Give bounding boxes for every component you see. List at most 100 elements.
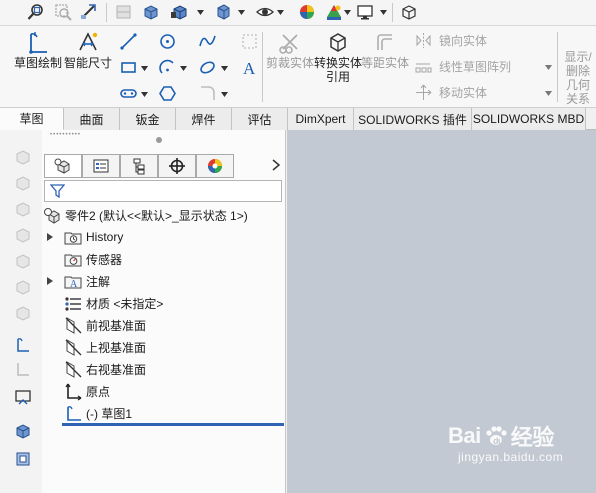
tree-item-front-plane[interactable]: 前视基准面: [45, 314, 289, 336]
fillet-feature-icon[interactable]: [12, 302, 34, 324]
tree-filter-input[interactable]: [44, 180, 282, 202]
zoom-area-icon[interactable]: [52, 1, 74, 23]
tree-item-history[interactable]: History: [45, 226, 289, 248]
display-delete-relations-button[interactable]: 显示/删除几何关系: [560, 30, 596, 106]
tab-weldments[interactable]: 焊件: [176, 108, 232, 130]
mirror-icon: [413, 31, 433, 49]
svg-text:A: A: [70, 279, 78, 290]
convert-entities-icon: [330, 33, 346, 52]
smart-dimension-button[interactable]: 智能尺寸: [62, 30, 114, 70]
rectangle-icon[interactable]: [117, 56, 139, 78]
trim-entities-button[interactable]: 剪裁实体: [266, 30, 314, 70]
eye-icon[interactable]: [254, 1, 276, 23]
revolved-boss-icon[interactable]: [12, 172, 34, 194]
line-icon[interactable]: [117, 30, 139, 52]
lofted-boss-icon[interactable]: [12, 224, 34, 246]
chevron-down-icon[interactable]: [344, 8, 351, 16]
chevron-down-icon[interactable]: [545, 63, 552, 71]
tree-item-sensors[interactable]: 传感器: [45, 248, 289, 270]
tab-dimxpert-manager[interactable]: [158, 154, 196, 178]
normal-to-icon[interactable]: [12, 448, 34, 470]
previous-view-icon[interactable]: [77, 1, 99, 23]
chevron-down-icon[interactable]: [380, 8, 387, 16]
chevron-down-icon[interactable]: [221, 90, 228, 98]
mirror-entities-button[interactable]: 镜向实体: [413, 29, 487, 51]
tree-item-origin[interactable]: 原点: [45, 380, 289, 402]
mirror-label: 镜向实体: [439, 33, 488, 48]
tree-item-material[interactable]: 材质 <未指定>: [45, 292, 289, 314]
polygon-icon[interactable]: [156, 82, 178, 104]
sketch-icon[interactable]: [12, 334, 34, 356]
3d-sketch-icon[interactable]: [12, 358, 34, 380]
origin-icon: [63, 381, 83, 401]
move-icon: [413, 83, 433, 101]
tab-feature-manager[interactable]: [44, 154, 82, 178]
convert-entities-button[interactable]: 转换实体引用: [313, 30, 363, 84]
crosshair-icon: [169, 158, 185, 174]
tab-property-manager[interactable]: [82, 154, 120, 178]
tab-display-manager[interactable]: [196, 154, 234, 178]
chevron-down-icon[interactable]: [545, 89, 552, 97]
slot-icon[interactable]: [117, 82, 139, 104]
edit-appearance-icon[interactable]: [296, 1, 318, 23]
tree-item-label: 上视基准面: [86, 340, 147, 355]
expand-arrow-icon[interactable]: [45, 276, 55, 286]
fillet-icon[interactable]: [196, 82, 218, 104]
tree-item-top-plane[interactable]: 上视基准面: [45, 336, 289, 358]
feature-tree-icon: [54, 158, 70, 174]
extruded-boss-icon[interactable]: [12, 146, 34, 168]
tree-item-sketch1[interactable]: (-) 草图1: [45, 402, 289, 424]
tab-solidworks-addins[interactable]: SOLIDWORKS 插件: [354, 108, 472, 130]
filter-icon: [50, 184, 65, 199]
tab-evaluate[interactable]: 评估: [232, 108, 288, 130]
hide-show-icon[interactable]: [212, 1, 234, 23]
construction-geometry-icon[interactable]: [238, 30, 260, 52]
tab-surfaces[interactable]: 曲面: [64, 108, 120, 130]
section-view-icon[interactable]: [113, 1, 135, 23]
rollback-bar[interactable]: [62, 423, 284, 426]
zoom-fit-icon[interactable]: [25, 1, 47, 23]
ellipse-icon[interactable]: [196, 56, 218, 78]
tree-root-part[interactable]: 零件2 (默认<<默认>_显示状态 1>): [42, 204, 286, 226]
view-settings-icon[interactable]: [354, 1, 376, 23]
panel-collapse-arrow-icon[interactable]: [270, 159, 282, 171]
tab-sheet-metal[interactable]: 钣金: [120, 108, 176, 130]
circle-icon[interactable]: [156, 30, 178, 52]
linear-pattern-button[interactable]: 线性草图阵列: [413, 55, 511, 77]
instant-2d-icon[interactable]: [12, 386, 34, 408]
watermark-url: jingyan.baidu.com: [458, 450, 564, 464]
tree-item-annotations[interactable]: A 注解: [45, 270, 289, 292]
chevron-down-icon[interactable]: [197, 8, 204, 16]
spline-icon[interactable]: [196, 30, 218, 52]
tab-sketch[interactable]: 草图: [0, 108, 64, 130]
extruded-cut-icon[interactable]: [12, 250, 34, 272]
chevron-down-icon[interactable]: [141, 90, 148, 98]
offset-entities-button[interactable]: 等距实体: [361, 30, 409, 70]
tab-solidworks-mbd[interactable]: SOLIDWORKS MBD: [472, 108, 586, 130]
arc-icon[interactable]: [156, 56, 178, 78]
tree-item-right-plane[interactable]: 右视基准面: [45, 358, 289, 380]
plane-icon: [63, 337, 83, 357]
tab-configuration-manager[interactable]: [120, 154, 158, 178]
revolved-cut-icon[interactable]: [12, 276, 34, 298]
chevron-down-icon[interactable]: [277, 8, 284, 16]
expand-spacer: [45, 408, 55, 418]
display-style-icon[interactable]: [168, 1, 190, 23]
expand-arrow-icon[interactable]: [45, 232, 55, 242]
tab-dimxpert[interactable]: DimXpert: [288, 108, 354, 130]
view-orientation-icon[interactable]: [140, 1, 162, 23]
text-icon[interactable]: A: [238, 56, 260, 78]
chevron-down-icon[interactable]: [238, 8, 245, 16]
sketch-button[interactable]: 草图绘制: [12, 30, 64, 70]
move-entities-button[interactable]: 移动实体: [413, 81, 487, 103]
configuration-icon: [133, 158, 145, 175]
apply-scene-icon[interactable]: [323, 1, 345, 23]
panel-resize-handle[interactable]: [156, 137, 162, 143]
cube-view-icon[interactable]: [12, 420, 34, 442]
panel-grip[interactable]: ••••••••••: [50, 132, 81, 138]
chevron-down-icon[interactable]: [180, 64, 187, 72]
swept-boss-icon[interactable]: [12, 198, 34, 220]
chevron-down-icon[interactable]: [141, 64, 148, 72]
chevron-down-icon[interactable]: [221, 64, 228, 72]
view-cube-icon[interactable]: [398, 1, 420, 23]
